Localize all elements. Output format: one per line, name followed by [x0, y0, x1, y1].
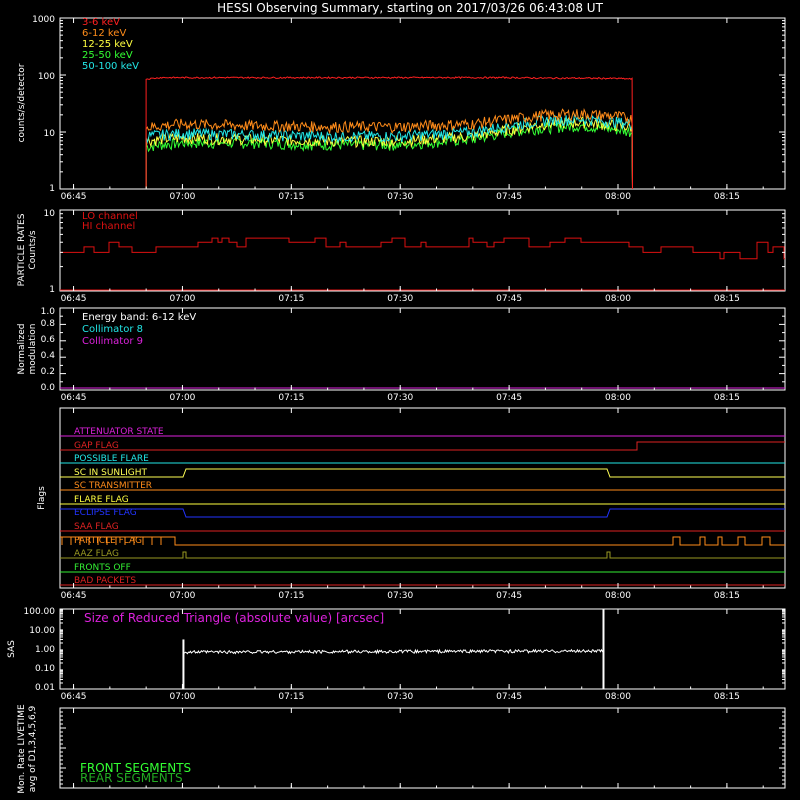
- x-tick-label: 07:45: [496, 294, 522, 304]
- sas-ylabel: SAS: [7, 640, 17, 658]
- mod-ytick-06: 0.6: [41, 335, 56, 345]
- sas-annotation: Size of Reduced Triangle (absolute value…: [84, 611, 384, 625]
- x-tick-label: 06:45: [61, 294, 87, 304]
- x-tick-label: 06:45: [61, 393, 87, 403]
- x-tick-label: 08:00: [605, 393, 631, 403]
- particle-ytick-10: 10: [44, 209, 56, 219]
- x-tick-label: 07:00: [169, 692, 195, 702]
- particle-ylabel-1: PARTICLE RATES: [17, 213, 27, 286]
- legend-hi-channel: HI channel: [82, 221, 135, 232]
- x-tick-label: 08:15: [714, 393, 740, 403]
- legend-collimator-9: Collimator 9: [82, 336, 143, 347]
- x-tick-label: 07:30: [387, 192, 413, 202]
- x-tick-label: 07:15: [278, 294, 304, 304]
- legend-rear-segments: REAR SEGMENTS: [80, 771, 183, 785]
- hessi-summary-figure: HESSI Observing Summary, starting on 201…: [0, 0, 800, 800]
- counts-ytick-1: 1: [49, 184, 55, 194]
- x-tick-label: 07:15: [278, 192, 304, 202]
- figure-title: HESSI Observing Summary, starting on 201…: [217, 1, 603, 15]
- x-tick-label: 07:45: [496, 692, 522, 702]
- mod-ytick-0: 0.0: [41, 383, 56, 393]
- x-tick-label: 07:15: [278, 692, 304, 702]
- mod-ytick-02: 0.2: [41, 367, 55, 377]
- mod-ytick-10: 1.0: [41, 307, 56, 317]
- x-tick-label: 08:00: [605, 591, 631, 601]
- particle-ylabel-2: Counts/s: [28, 230, 38, 269]
- counts-ytick-100: 100: [38, 72, 55, 82]
- x-tick-label: 07:00: [169, 393, 195, 403]
- legend-50-100-kev: 50-100 keV: [82, 61, 139, 72]
- x-tick-label: 07:30: [387, 393, 413, 403]
- x-tick-label: 07:00: [169, 591, 195, 601]
- legend-6-12-kev: 6-12 keV: [82, 28, 126, 39]
- legend-collimator-8: Collimator 8: [82, 324, 143, 335]
- x-tick-label: 06:45: [61, 591, 87, 601]
- sas-ytick-1000: 10.00: [29, 626, 55, 636]
- modulation-legend-header: Energy band: 6-12 keV: [82, 312, 196, 323]
- x-tick-label: 07:45: [496, 591, 522, 601]
- counts-ytick-1000: 1000: [32, 15, 55, 25]
- x-tick-label: 07:00: [169, 294, 195, 304]
- flags-ylabel: Flags: [37, 486, 47, 510]
- x-tick-label: 06:45: [61, 692, 87, 702]
- x-tick-label: 06:45: [61, 192, 87, 202]
- x-tick-label: 08:00: [605, 294, 631, 304]
- sas-ytick-010: 0.10: [35, 664, 55, 674]
- particle-ytick-1: 1: [49, 285, 55, 295]
- x-tick-label: 07:30: [387, 591, 413, 601]
- x-tick-label: 07:45: [496, 393, 522, 403]
- x-tick-label: 08:15: [714, 692, 740, 702]
- counts-ytick-10: 10: [44, 129, 56, 139]
- livetime-ylabel-2: avg of D1,3,4,5,6,9: [28, 705, 38, 792]
- x-tick-label: 07:45: [496, 192, 522, 202]
- x-tick-label: 08:15: [714, 591, 740, 601]
- counts-ylabel: counts/s/detector: [17, 63, 27, 142]
- x-tick-label: 08:00: [605, 192, 631, 202]
- sas-ytick-10000: 100.00: [24, 607, 56, 617]
- livetime-ylabel-1: Mon. Rate LIVETIME: [17, 704, 27, 794]
- sas-ytick-100: 1.00: [35, 645, 55, 655]
- x-tick-label: 07:15: [278, 591, 304, 601]
- x-tick-label: 08:15: [714, 192, 740, 202]
- legend-25-50-kev: 25-50 keV: [82, 50, 133, 61]
- mod-ytick-08: 0.8: [41, 319, 56, 329]
- legend-12-25-kev: 12-25 keV: [82, 39, 133, 50]
- x-tick-label: 07:15: [278, 393, 304, 403]
- sas-ytick-001: 0.01: [35, 683, 55, 693]
- legend-3-6-kev: 3-6 keV: [82, 17, 120, 28]
- modulation-ylabel-2: modulation: [28, 324, 38, 375]
- x-tick-label: 07:30: [387, 692, 413, 702]
- mod-ytick-04: 0.4: [41, 351, 56, 361]
- modulation-ylabel-1: Normalized: [17, 323, 27, 374]
- x-tick-label: 08:15: [714, 294, 740, 304]
- x-tick-label: 08:00: [605, 692, 631, 702]
- x-tick-label: 07:00: [169, 192, 195, 202]
- x-tick-label: 07:30: [387, 294, 413, 304]
